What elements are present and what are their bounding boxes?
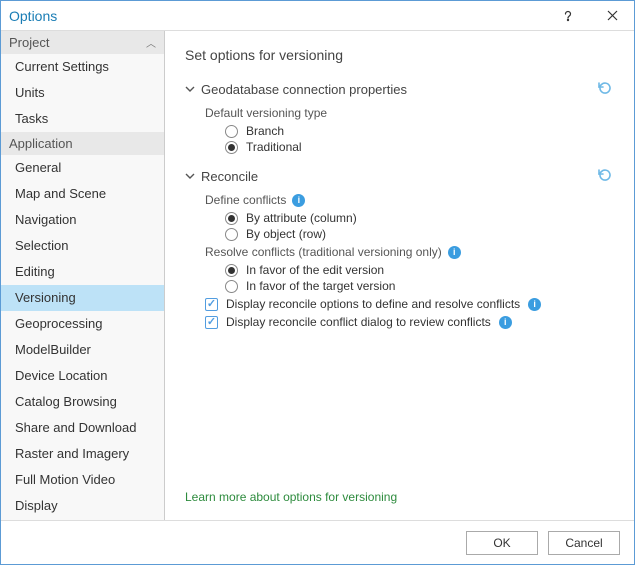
sidebar-item-share-and-download[interactable]: Share and Download — [1, 415, 164, 441]
page-title: Set options for versioning — [185, 47, 614, 63]
category-sidebar[interactable]: Project ︿ Current Settings Units Tasks A… — [1, 31, 165, 520]
checkbox-label: Display reconcile conflict dialog to rev… — [226, 315, 491, 329]
define-conflicts-label: Define conflicts i — [205, 193, 614, 207]
radio-icon — [225, 280, 238, 293]
sidebar-item-current-settings[interactable]: Current Settings — [1, 54, 164, 80]
resolve-conflicts-label: Resolve conflicts (traditional versionin… — [205, 245, 614, 259]
radio-favor-edit[interactable]: In favor of the edit version — [225, 263, 614, 277]
sidebar-item-versioning[interactable]: Versioning — [1, 285, 164, 311]
sidebar-item-units[interactable]: Units — [1, 80, 164, 106]
sidebar-group-application[interactable]: Application — [1, 132, 164, 155]
content-area: Project ︿ Current Settings Units Tasks A… — [1, 31, 634, 520]
sidebar-group-project[interactable]: Project ︿ — [1, 31, 164, 54]
learn-more-link[interactable]: Learn more about options for versioning — [185, 490, 614, 504]
radio-label: Branch — [246, 124, 284, 138]
radio-by-attribute[interactable]: By attribute (column) — [225, 211, 614, 225]
checkbox-display-conflict-dialog[interactable]: Display reconcile conflict dialog to rev… — [205, 315, 614, 329]
titlebar: Options — [1, 1, 634, 31]
radio-label: Traditional — [246, 140, 302, 154]
ok-button[interactable]: OK — [466, 531, 538, 555]
sidebar-item-tasks[interactable]: Tasks — [1, 106, 164, 132]
info-icon[interactable]: i — [528, 298, 541, 311]
window-title: Options — [9, 8, 546, 24]
chevron-up-icon: ︿ — [146, 35, 156, 50]
checkbox-label: Display reconcile options to define and … — [226, 297, 520, 311]
sidebar-item-geoprocessing[interactable]: Geoprocessing — [1, 311, 164, 337]
help-button[interactable] — [546, 1, 590, 31]
checkbox-display-reconcile-options[interactable]: Display reconcile options to define and … — [205, 297, 614, 311]
chevron-down-icon — [185, 83, 195, 97]
chevron-down-icon — [185, 170, 195, 184]
radio-branch[interactable]: Branch — [225, 124, 614, 138]
radio-icon — [225, 141, 238, 154]
radio-icon — [225, 212, 238, 225]
radio-by-object[interactable]: By object (row) — [225, 227, 614, 241]
radio-favor-target[interactable]: In favor of the target version — [225, 279, 614, 293]
section-header[interactable]: Reconcile — [185, 166, 614, 187]
radio-icon — [225, 228, 238, 241]
sidebar-item-general[interactable]: General — [1, 155, 164, 181]
section-geodatabase: Geodatabase connection properties Defaul… — [185, 79, 614, 156]
section-header[interactable]: Geodatabase connection properties — [185, 79, 614, 100]
sidebar-item-selection[interactable]: Selection — [1, 233, 164, 259]
sidebar-item-device-location[interactable]: Device Location — [1, 363, 164, 389]
radio-label: By attribute (column) — [246, 211, 357, 225]
sidebar-group-label: Project — [9, 35, 49, 50]
info-icon[interactable]: i — [292, 194, 305, 207]
sidebar-item-modelbuilder[interactable]: ModelBuilder — [1, 337, 164, 363]
default-versioning-label: Default versioning type — [205, 106, 614, 120]
sidebar-item-editing[interactable]: Editing — [1, 259, 164, 285]
sidebar-item-catalog-browsing[interactable]: Catalog Browsing — [1, 389, 164, 415]
sidebar-item-full-motion-video[interactable]: Full Motion Video — [1, 467, 164, 493]
info-icon[interactable]: i — [499, 316, 512, 329]
sidebar-item-display[interactable]: Display — [1, 493, 164, 519]
dialog-footer: OK Cancel — [1, 520, 634, 564]
reset-icon[interactable] — [596, 79, 614, 100]
radio-label: By object (row) — [246, 227, 326, 241]
radio-icon — [225, 264, 238, 277]
cancel-button[interactable]: Cancel — [548, 531, 620, 555]
checkbox-icon — [205, 316, 218, 329]
sidebar-item-navigation[interactable]: Navigation — [1, 207, 164, 233]
sidebar-item-raster-and-imagery[interactable]: Raster and Imagery — [1, 441, 164, 467]
section-reconcile: Reconcile Define conflicts i By attribut… — [185, 166, 614, 331]
close-button[interactable] — [590, 1, 634, 31]
radio-label: In favor of the target version — [246, 279, 395, 293]
options-dialog: Options Project ︿ Current Settings Units… — [0, 0, 635, 565]
sidebar-group-label: Application — [9, 136, 73, 151]
radio-label: In favor of the edit version — [246, 263, 384, 277]
main-panel: Set options for versioning Geodatabase c… — [165, 31, 634, 520]
checkbox-icon — [205, 298, 218, 311]
radio-traditional[interactable]: Traditional — [225, 140, 614, 154]
section-title: Geodatabase connection properties — [201, 82, 596, 97]
info-icon[interactable]: i — [448, 246, 461, 259]
reset-icon[interactable] — [596, 166, 614, 187]
radio-icon — [225, 125, 238, 138]
section-title: Reconcile — [201, 169, 596, 184]
sidebar-item-map-and-scene[interactable]: Map and Scene — [1, 181, 164, 207]
